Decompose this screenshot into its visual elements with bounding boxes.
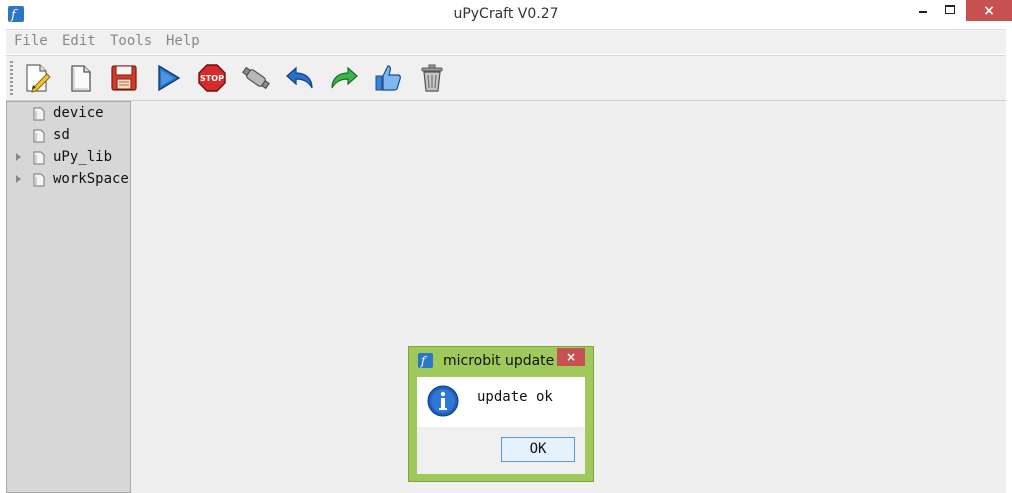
menu-bar: File Edit Tools Help (6, 29, 1006, 54)
menu-edit[interactable]: Edit (62, 33, 96, 49)
close-icon: × (565, 350, 577, 364)
close-button[interactable]: × (966, 0, 1012, 21)
undo-icon[interactable] (284, 62, 316, 94)
new-file-icon[interactable] (20, 62, 52, 94)
dialog-close-button[interactable]: × (557, 348, 585, 366)
file-icon (33, 151, 45, 165)
app-logo-icon: f (418, 353, 433, 368)
menu-tools[interactable]: Tools (110, 33, 152, 49)
file-icon (33, 173, 45, 187)
minimize-button[interactable] (908, 0, 938, 21)
save-icon[interactable] (108, 62, 140, 94)
tree-item-label: uPy_lib (53, 149, 113, 165)
svg-text:STOP: STOP (200, 74, 224, 83)
tree-item-upy-lib[interactable]: uPy_lib (7, 147, 130, 169)
tree-item-sd[interactable]: sd (7, 125, 130, 147)
tree-item-device[interactable]: device (7, 103, 130, 125)
tree-item-label: sd (53, 127, 70, 143)
file-tree[interactable]: device sd uPy_lib workSpace (6, 101, 131, 493)
title-bar: f uPyCraft V0.27 × (0, 0, 1012, 29)
dialog-title: microbit update (443, 353, 555, 369)
window-title: uPyCraft V0.27 (453, 6, 559, 22)
minimize-icon (919, 11, 927, 13)
maximize-icon (945, 5, 955, 14)
close-icon: × (983, 3, 995, 19)
tree-item-label: device (53, 105, 104, 121)
toolbar-grip[interactable] (10, 61, 13, 95)
tree-item-label: workSpace (53, 171, 129, 187)
toolbar: STOP (6, 55, 1006, 101)
expand-arrow-icon[interactable] (16, 175, 21, 183)
syntax-check-icon[interactable] (372, 62, 404, 94)
update-dialog: f microbit update × update ok OK (408, 346, 594, 482)
connect-icon[interactable] (240, 62, 272, 94)
stop-icon[interactable]: STOP (196, 62, 228, 94)
maximize-button[interactable] (935, 0, 965, 21)
tree-item-workspace[interactable]: workSpace (7, 169, 130, 191)
open-file-icon[interactable] (64, 62, 96, 94)
redo-icon[interactable] (328, 62, 360, 94)
info-icon (427, 385, 459, 417)
file-icon (33, 107, 45, 121)
dialog-footer: OK (417, 427, 585, 474)
menu-file[interactable]: File (14, 33, 48, 49)
expand-arrow-icon[interactable] (16, 153, 21, 161)
clear-icon[interactable] (416, 62, 448, 94)
dialog-message: update ok (477, 389, 553, 405)
menu-help[interactable]: Help (166, 33, 200, 49)
run-icon[interactable] (152, 62, 184, 94)
ok-button[interactable]: OK (501, 437, 575, 462)
dialog-body: update ok (417, 377, 585, 427)
file-icon (33, 129, 45, 143)
